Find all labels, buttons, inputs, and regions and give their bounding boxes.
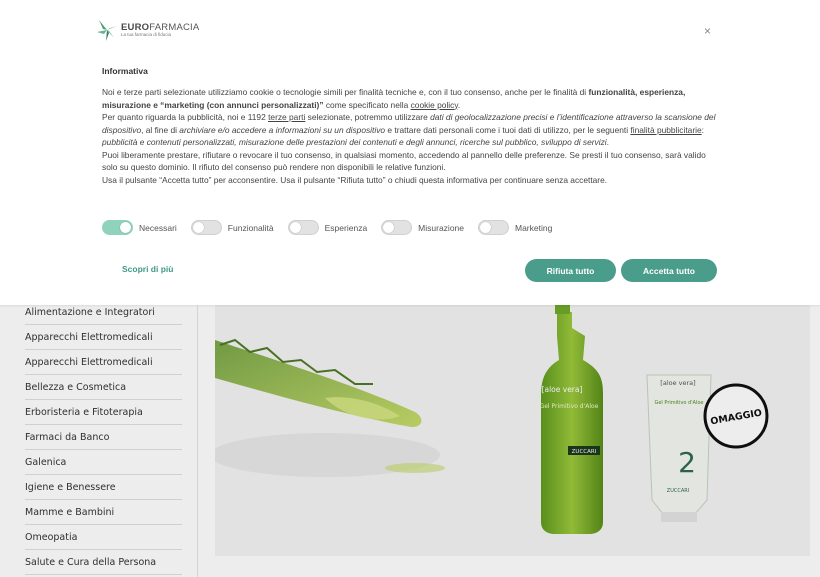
bottle-brand-text: [aloe vera]	[542, 385, 583, 394]
learn-more-link[interactable]: Scopri di più	[122, 264, 173, 274]
sidebar-item-farmaci-banco[interactable]: Farmaci da Banco	[25, 425, 182, 450]
toggle-switch-misurazione[interactable]	[381, 220, 413, 235]
paragraph-2: Per quanto riguarda la pubblicità, noi e…	[102, 111, 717, 149]
cookie-policy-link[interactable]: cookie policy	[411, 100, 458, 110]
hero-banner[interactable]: [aloe vera] Gel Primitivo d'Aloe ZUCCARI…	[215, 300, 810, 556]
p2-text-d: e trattare dati personali come i tuoi da…	[385, 124, 631, 135]
toggle-switch-necessari[interactable]	[102, 220, 133, 235]
toggle-switch-marketing[interactable]	[478, 220, 509, 235]
sidebar-item-mamme[interactable]: Mamme e Bambini	[25, 500, 182, 525]
toggle-necessari[interactable]: Necessari	[102, 220, 177, 235]
banner-body: Noi e terze parti selezionate utilizziam…	[102, 86, 717, 186]
toggle-label-funzionalita: Funzionalità	[227, 222, 274, 233]
p1-text-c: come specificato nella	[323, 99, 411, 110]
paragraph-1: Noi e terze parti selezionate utilizziam…	[102, 86, 717, 111]
toggle-funzionalita[interactable]: Funzionalità	[190, 220, 274, 235]
toggle-esperienza[interactable]: Esperienza	[287, 220, 368, 235]
p1-text-a: Noi e terze parti selezionate utilizziam…	[102, 87, 589, 97]
brand-tagline: La tua farmacia di fiducia	[121, 32, 172, 37]
sidebar-item-elettromedicali-2[interactable]: Apparecchi Elettromedicali	[25, 350, 182, 375]
toggle-switch-esperienza[interactable]	[287, 220, 319, 235]
category-sidebar: Alimentazione e Integratori Apparecchi E…	[0, 300, 198, 577]
p2-text-a: Per quanto riguarda la pubblicità, noi e…	[102, 112, 269, 122]
sidebar-item-galenica[interactable]: Galenica	[25, 450, 182, 475]
p1-text-d: .	[457, 99, 461, 110]
bottle-name-text: Gel Primitivo d'Aloe	[540, 403, 599, 410]
paragraph-3: Puoi liberamente prestare, rifiutare o r…	[102, 149, 706, 173]
leaf-logo-icon	[97, 20, 117, 41]
tube-number-text: 2	[678, 446, 696, 479]
bottle-maker-text: ZUCCARI	[572, 449, 597, 455]
p2-text-e: :	[701, 124, 704, 135]
banner-title: Informativa	[102, 66, 148, 76]
brand-rest: FARMACIA	[149, 21, 200, 33]
toggle-switch-funzionalita[interactable]	[190, 220, 222, 235]
p2-italic-3: pubblicità e contenuti personalizzati, m…	[102, 137, 607, 147]
finalita-pubblicitarie-link[interactable]: finalità pubblicitarie	[630, 125, 701, 135]
sidebar-item-elettromedicali[interactable]: Apparecchi Elettromedicali	[25, 325, 182, 350]
sidebar-item-erboristeria[interactable]: Erboristeria e Fitoterapia	[25, 400, 182, 425]
p2-text-b: selezionate, potremmo utilizzare	[305, 112, 431, 122]
p2-text-f: .	[606, 137, 609, 147]
eurofarmacia-logo: EUROFARMACIA La tua farmacia di fiducia	[96, 18, 199, 42]
sidebar-item-salute[interactable]: Salute e Cura della Persona	[25, 550, 182, 575]
toggle-label-necessari: Necessari	[139, 222, 177, 233]
toggle-misurazione[interactable]: Misurazione	[381, 220, 464, 235]
paragraph-4: Usa il pulsante “Accetta tutto” per acco…	[102, 174, 608, 185]
toggle-label-esperienza: Esperienza	[324, 222, 368, 233]
toggle-label-marketing: Marketing	[515, 222, 553, 233]
tube-maker-text: ZUCCARI	[667, 488, 689, 494]
p2-text-c: , al fine di	[141, 124, 180, 135]
sidebar-item-omeopatia[interactable]: Omeopatia	[25, 525, 182, 550]
accept-all-button[interactable]: Accetta tutto	[621, 259, 717, 282]
aloe-product-image: [aloe vera] Gel Primitivo d'Aloe ZUCCARI…	[215, 300, 769, 534]
sidebar-item-igiene[interactable]: Igiene e Benessere	[25, 475, 182, 500]
close-icon[interactable]: ×	[704, 24, 711, 38]
consent-toggles: Necessari Funzionalità Esperienza Misura…	[102, 220, 566, 235]
sidebar-item-bellezza[interactable]: Bellezza e Cosmetica	[25, 375, 182, 400]
reject-all-button[interactable]: Rifiuta tutto	[525, 259, 616, 282]
tube-name-text: Gel Primitivo d'Aloe	[654, 400, 703, 406]
p2-italic-2: archiviare e/o accedere a informazioni s…	[179, 124, 386, 135]
brand-bold: EURO	[121, 21, 150, 33]
toggle-label-misurazione: Misurazione	[418, 222, 464, 233]
terze-parti-link[interactable]: terze parti	[268, 112, 305, 122]
tube-brand-text: [aloe vera]	[660, 379, 695, 387]
toggle-marketing[interactable]: Marketing	[478, 220, 552, 235]
cookie-consent-banner: EUROFARMACIA La tua farmacia di fiducia …	[0, 0, 820, 305]
